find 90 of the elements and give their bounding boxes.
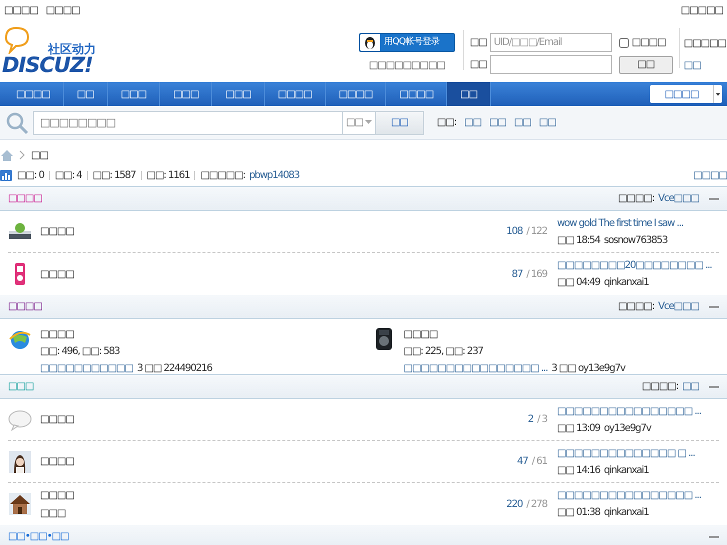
last-post-time: □□ 01:38	[557, 506, 600, 520]
password-label: □□	[470, 58, 487, 72]
newest-member-link[interactable]: pbwp14083	[249, 168, 300, 182]
forum-description: □□□	[40, 506, 66, 520]
search-icon	[5, 110, 29, 134]
thread-count: 220	[506, 498, 522, 512]
last-post-user[interactable]: sosnow763853	[604, 232, 668, 248]
last-post-user[interactable]: qinkanxai1	[604, 275, 649, 290]
moderator-label: □□□□:	[618, 192, 654, 206]
caret-icon	[713, 85, 722, 103]
last-post-time: □□ 04:49	[557, 276, 600, 290]
forum-name[interactable]: □□□□	[40, 488, 74, 502]
house-icon	[8, 492, 32, 516]
last-post-user[interactable]: qinkanxai1	[604, 505, 649, 520]
last-post-link[interactable]: □□□□□□□□□□□□□□ □ ...	[557, 446, 719, 460]
forum-name[interactable]: □□□□	[40, 412, 74, 427]
last-post-time: □□ 14:16	[557, 464, 600, 478]
recover-link[interactable]: □□	[684, 58, 726, 73]
hot-search-link[interactable]: □□	[538, 115, 556, 130]
stat-text: □□: 1587	[92, 168, 136, 182]
hot-search-link[interactable]: □□	[514, 115, 531, 130]
post-count: / 169	[526, 268, 547, 282]
post-count: / 122	[526, 225, 547, 239]
hot-label: □□:	[436, 116, 456, 130]
login-button[interactable]: □□	[618, 56, 673, 74]
moderator-link[interactable]: Vce□□□	[658, 191, 699, 206]
stat-text: □□: 0	[17, 168, 44, 182]
register-link[interactable]: □□□□□	[684, 36, 726, 51]
moderator-link[interactable]: □□	[682, 379, 699, 394]
home-icon	[1, 150, 13, 160]
username-label: □□	[470, 36, 487, 50]
last-post-time: □□ 13:09	[557, 422, 600, 436]
forum-counts: □□: 225, □□: 237	[404, 345, 484, 359]
forum-name[interactable]: □□□□	[40, 454, 74, 469]
category-title[interactable]: □□□□	[8, 299, 42, 314]
last-post-time: □□ 18:54	[557, 234, 600, 248]
thread-count: 108	[506, 225, 522, 239]
toolbar-link[interactable]: □□□□	[693, 168, 727, 182]
last-post-info: 3 □□ 224490216	[136, 362, 212, 376]
last-post-info: 3 □□ oy13e9g7v	[551, 362, 625, 376]
portrait-icon	[8, 450, 32, 474]
category-title[interactable]: □□•□□•□□	[8, 529, 68, 544]
thread-count: 87	[512, 268, 522, 282]
nav-tab[interactable]: □□	[447, 82, 492, 106]
last-post-link[interactable]: □□□□□□□□□□□	[40, 361, 133, 376]
search-field[interactable]: □□□□□□□□	[33, 110, 342, 134]
forum-name[interactable]: □□□□	[40, 224, 74, 239]
thread-count: 47	[516, 455, 528, 469]
moderator-label: □□□□:	[618, 300, 654, 314]
forum-name[interactable]: □□□□	[404, 327, 625, 342]
breadcrumb-current: □□	[31, 148, 48, 162]
chevron-icon	[17, 150, 27, 160]
post-count: / 61	[532, 455, 547, 469]
forum-counts: □□: 496, □□: 583	[40, 345, 120, 359]
hot-search-link[interactable]: □□	[464, 115, 482, 130]
search-type-select[interactable]: □□	[342, 110, 376, 134]
hot-search-link[interactable]: □□	[489, 115, 506, 130]
speech-bubble-icon	[8, 408, 32, 432]
last-post-user[interactable]: qinkanxai1	[604, 462, 649, 478]
logo[interactable]: 社区动力 DISCUZ!	[2, 26, 102, 78]
caret-icon	[364, 120, 372, 125]
post-count: / 3	[537, 413, 547, 427]
forum-name[interactable]: □□□□	[40, 327, 212, 342]
auto-login-checkbox[interactable]	[618, 38, 629, 48]
last-post-user[interactable]: oy13e9g7v	[604, 420, 651, 436]
top-link[interactable]: □□□□□	[680, 2, 723, 18]
username-field[interactable]: UID/□□□/Email	[490, 33, 612, 52]
nav-dropdown[interactable]: □□□□	[650, 85, 722, 103]
qq-hint: □□□□□□□□□	[368, 59, 445, 73]
auto-login-label: □□□□	[632, 36, 666, 50]
top-link[interactable]: □□□□	[4, 2, 38, 18]
forum-name[interactable]: □□□□	[40, 266, 74, 282]
moderator-link[interactable]: Vce□□□	[658, 299, 699, 314]
last-post-link[interactable]: □□□□□□□□□□□□□□□□ ...	[404, 361, 548, 376]
top-link[interactable]: □□□□	[46, 2, 80, 18]
last-post-link[interactable]: □□□□□□□□□□□□□□□□ ...	[557, 488, 719, 503]
newest-member-label: □□□□□:	[200, 168, 246, 182]
stat-text: □□: 1161	[146, 168, 190, 182]
stat-text: □□: 4	[54, 168, 82, 182]
last-post-link[interactable]: □□□□□□□□20□□□□□□□□ ...	[557, 258, 719, 273]
penguin-icon	[364, 36, 376, 50]
search-button[interactable]: □□	[376, 110, 424, 134]
last-post-link[interactable]: wow gold The first time I saw ...	[557, 216, 719, 230]
password-field[interactable]	[490, 55, 612, 74]
thread-count: 2	[528, 413, 534, 427]
qq-login-button[interactable]: 用QQ帐号登录	[358, 33, 455, 52]
last-post-link[interactable]: □□□□□□□□□□□□□□□□ ...	[557, 404, 719, 418]
category-title[interactable]: □□□□	[8, 191, 42, 206]
moderator-label: □□□□:	[642, 380, 678, 394]
post-count: / 278	[526, 498, 547, 512]
